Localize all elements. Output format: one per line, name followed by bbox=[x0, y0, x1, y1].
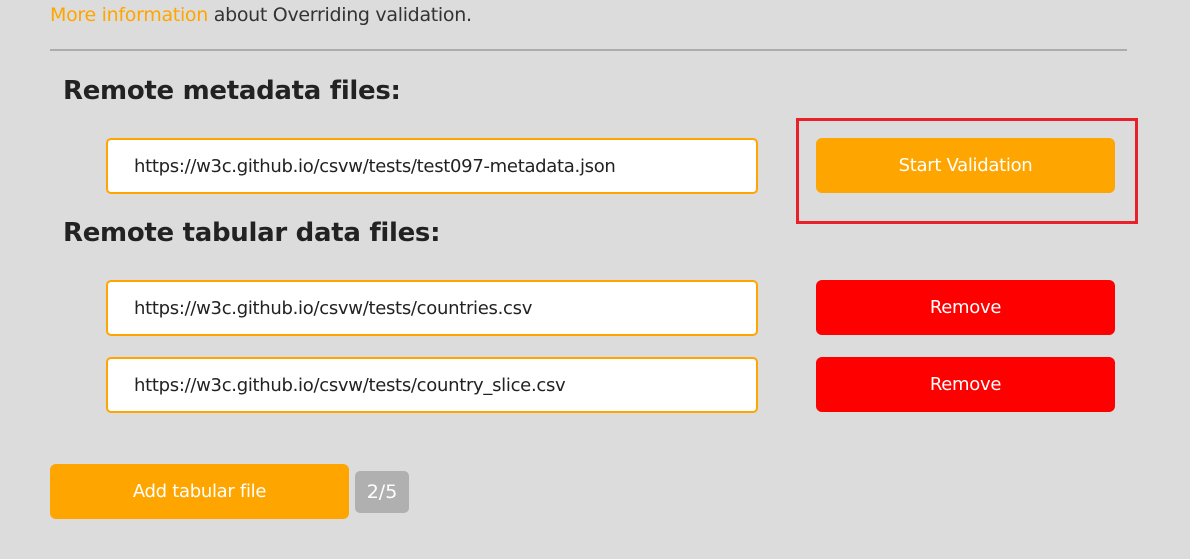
tabular-heading: Remote tabular data files: bbox=[63, 218, 441, 248]
more-information-link[interactable]: More information bbox=[50, 4, 208, 26]
remove-button[interactable]: Remove bbox=[816, 280, 1115, 335]
divider bbox=[50, 49, 1127, 51]
tabular-url-input[interactable] bbox=[106, 280, 758, 336]
tabular-url-input[interactable] bbox=[106, 357, 758, 413]
remove-button[interactable]: Remove bbox=[816, 357, 1115, 412]
start-validation-button[interactable]: Start Validation bbox=[816, 138, 1115, 193]
add-tabular-file-button[interactable]: Add tabular file bbox=[50, 464, 349, 519]
info-text: about Overriding validation. bbox=[208, 4, 472, 26]
metadata-url-input[interactable] bbox=[106, 138, 758, 194]
file-count-badge: 2/5 bbox=[355, 471, 409, 513]
metadata-heading: Remote metadata files: bbox=[63, 76, 401, 106]
override-info: More information about Overriding valida… bbox=[50, 4, 472, 26]
